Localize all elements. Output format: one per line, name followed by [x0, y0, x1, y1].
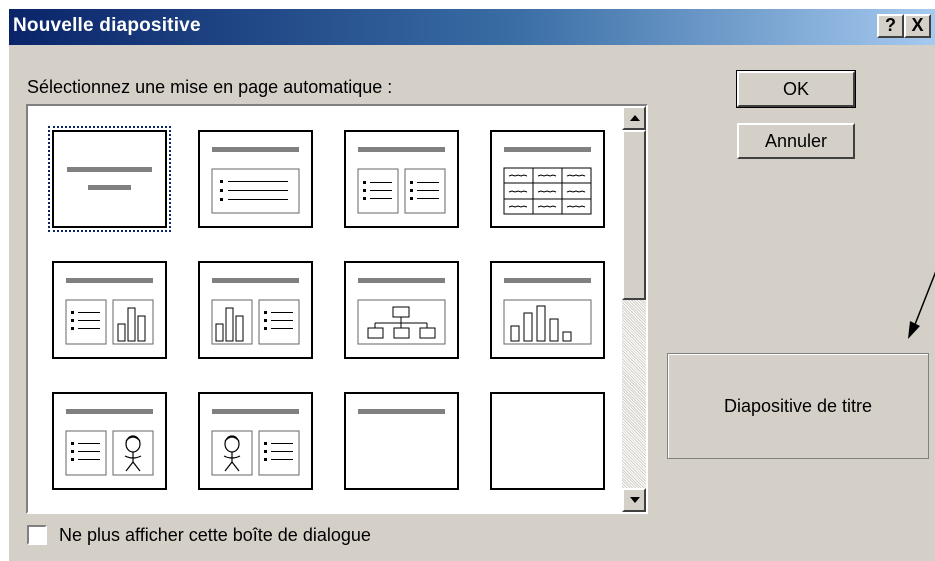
dont-show-again-checkbox[interactable]	[27, 525, 47, 545]
layout-two-column-text[interactable]	[344, 130, 459, 228]
layout-text-and-chart[interactable]	[52, 261, 167, 359]
arrow-down-icon	[630, 497, 640, 503]
layout-title-slide[interactable]	[52, 130, 167, 228]
layout-blank[interactable]	[490, 392, 605, 490]
scroll-thumb[interactable]	[622, 130, 646, 300]
scroll-up-button[interactable]	[622, 106, 646, 130]
gallery-scrollbar[interactable]	[622, 106, 646, 512]
scroll-down-button[interactable]	[622, 488, 646, 512]
annotation-arrow-icon	[904, 269, 935, 341]
layout-chart-and-text[interactable]	[198, 261, 313, 359]
layout-org-chart[interactable]	[344, 261, 459, 359]
layout-gallery[interactable]	[26, 104, 648, 514]
ok-button[interactable]: OK	[737, 71, 855, 107]
help-button[interactable]: ?	[877, 14, 904, 38]
dont-show-again-row[interactable]: Ne plus afficher cette boîte de dialogue	[27, 523, 371, 547]
layout-table[interactable]	[490, 130, 605, 228]
layout-prompt-label: Sélectionnez une mise en page automatiqu…	[27, 77, 392, 98]
cancel-button[interactable]: Annuler	[737, 123, 855, 159]
arrow-up-icon	[630, 115, 640, 121]
dialog-title: Nouvelle diapositive	[13, 15, 201, 37]
layout-bulleted-list[interactable]	[198, 130, 313, 228]
layout-title-only[interactable]	[344, 392, 459, 490]
layout-preview: Diapositive de titre	[667, 353, 929, 459]
layout-chart[interactable]	[490, 261, 605, 359]
new-slide-dialog: Nouvelle diapositive ? X Sélectionnez un…	[8, 8, 935, 561]
close-button[interactable]: X	[904, 14, 931, 38]
preview-label: Diapositive de titre	[724, 396, 872, 417]
dont-show-again-label[interactable]: Ne plus afficher cette boîte de dialogue	[59, 525, 371, 546]
layout-clipart-and-text[interactable]	[198, 392, 313, 490]
layout-text-and-clipart[interactable]	[52, 392, 167, 490]
title-bar[interactable]: Nouvelle diapositive ? X	[9, 9, 935, 45]
